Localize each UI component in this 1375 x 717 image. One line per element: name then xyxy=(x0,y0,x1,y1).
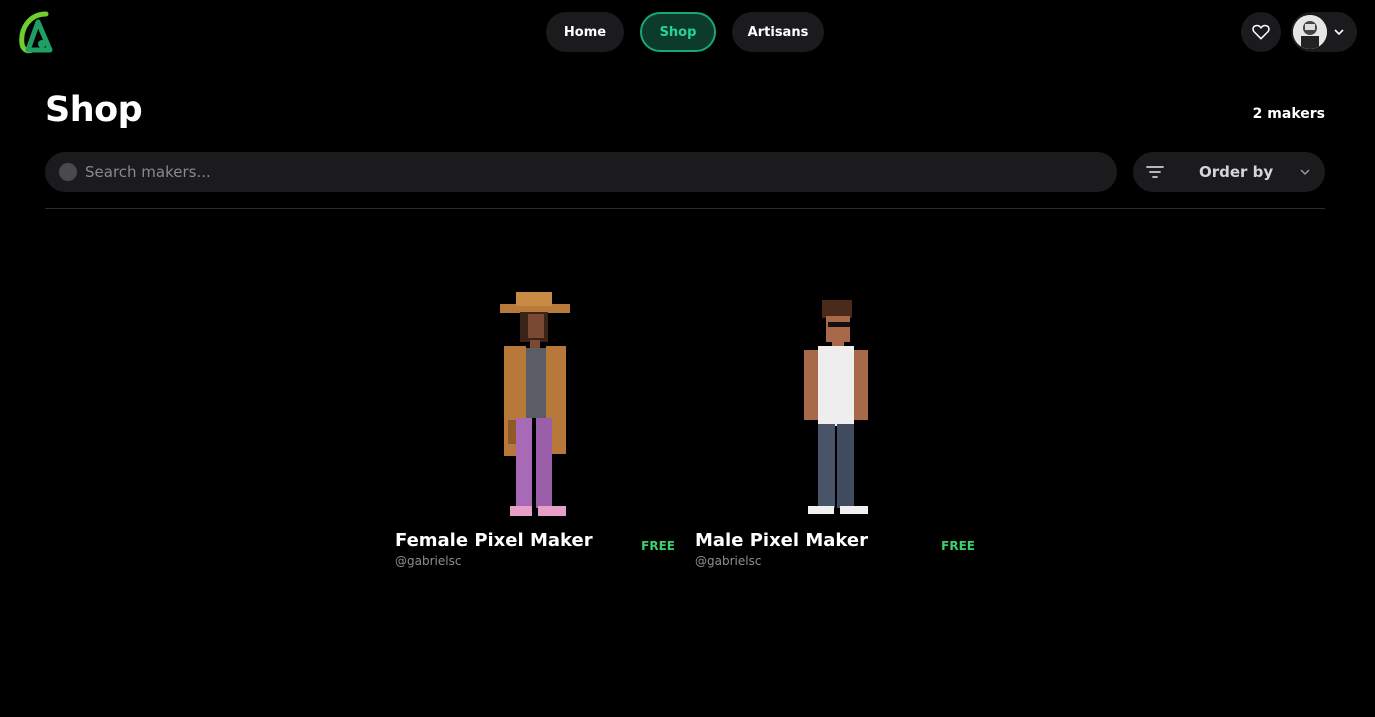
page-title: Shop xyxy=(45,90,143,130)
nav-artisans-button[interactable]: Artisans xyxy=(732,12,824,52)
product-author-link[interactable]: @gabrielsc xyxy=(395,554,675,568)
avatar xyxy=(1293,15,1327,49)
search-icon xyxy=(59,163,77,181)
price-badge: FREE xyxy=(641,539,675,553)
favorites-button[interactable] xyxy=(1241,12,1281,52)
nav-home-button[interactable]: Home xyxy=(546,12,624,52)
main-nav: Home Shop Artisans xyxy=(546,12,824,52)
product-name: Female Pixel Maker xyxy=(395,530,593,551)
chevron-down-icon xyxy=(1300,169,1310,176)
product-card[interactable]: Female Pixel Maker FREE @gabrielsc xyxy=(395,290,675,568)
search-bar xyxy=(45,152,1117,192)
product-image xyxy=(695,290,975,520)
filter-icon xyxy=(1146,166,1164,178)
heart-icon xyxy=(1252,24,1270,40)
chevron-down-icon xyxy=(1334,29,1344,36)
divider xyxy=(45,208,1325,209)
app-logo[interactable] xyxy=(16,10,58,54)
nav-shop-button[interactable]: Shop xyxy=(640,12,716,52)
order-by-dropdown[interactable]: Order by xyxy=(1133,152,1325,192)
price-badge: FREE xyxy=(941,539,975,553)
product-name: Male Pixel Maker xyxy=(695,530,868,551)
product-card[interactable]: Male Pixel Maker FREE @gabrielsc xyxy=(695,290,975,568)
product-image xyxy=(395,290,675,520)
user-menu-button[interactable] xyxy=(1291,12,1357,52)
search-input[interactable] xyxy=(85,163,1065,181)
product-author-link[interactable]: @gabrielsc xyxy=(695,554,975,568)
maker-count: 2 makers xyxy=(1252,106,1325,122)
order-by-label: Order by xyxy=(1199,163,1274,181)
